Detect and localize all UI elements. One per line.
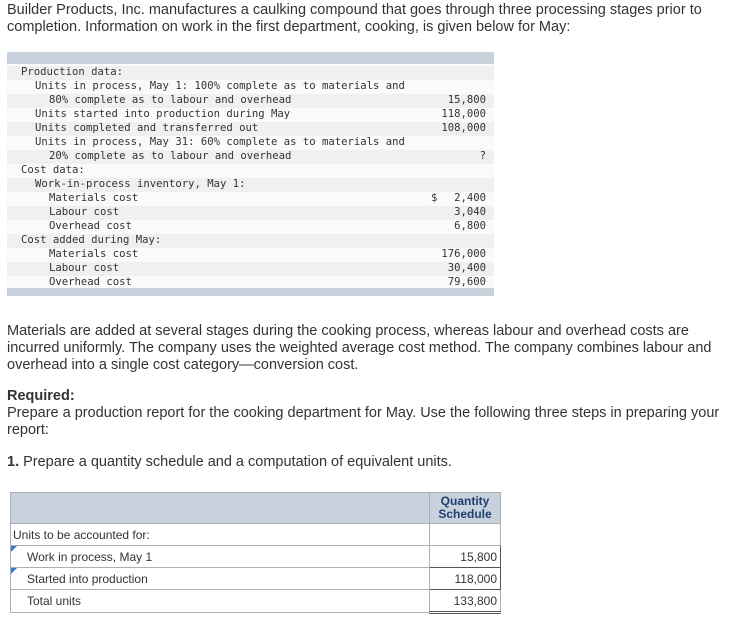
data-row: Materials cost $2,400 xyxy=(7,192,494,206)
data-row-label: Work-in-process inventory, May 1: xyxy=(35,178,246,190)
schedule-header: Quantity Schedule xyxy=(429,492,501,524)
section-value-cell xyxy=(429,523,501,546)
required-heading: Required: xyxy=(7,388,75,404)
data-row: Materials cost 176,000 xyxy=(7,248,494,262)
data-row: Production data: xyxy=(7,66,494,80)
schedule-total-value: 133,800 xyxy=(429,589,501,614)
data-row-label: Materials cost xyxy=(49,248,139,260)
data-row: Labour cost 3,040 xyxy=(7,206,494,220)
data-row-label: Cost added during May: xyxy=(21,234,162,246)
data-row-value: 6,800 xyxy=(454,220,486,232)
schedule-row-label: Started into production xyxy=(10,567,430,590)
data-row: Overhead cost 6,800 xyxy=(7,220,494,234)
row-label-text: Work in process, May 1 xyxy=(27,549,153,564)
data-block-top-bar xyxy=(7,52,494,64)
data-row-value: 2,400 xyxy=(454,192,486,204)
data-row-value: 108,000 xyxy=(441,122,486,134)
data-block-bottom-bar xyxy=(7,288,494,296)
data-row-label: Units in process, May 31: 60% complete a… xyxy=(35,136,405,148)
step-text: Prepare a quantity schedule and a comput… xyxy=(19,454,452,470)
data-row-label: Units in process, May 1: 100% complete a… xyxy=(35,80,405,92)
row-label-text: Started into production xyxy=(27,571,148,586)
step-1-instruction: 1. Prepare a quantity schedule and a com… xyxy=(7,454,452,470)
data-row-value: 3,040 xyxy=(454,206,486,218)
data-row-label: 20% complete as to labour and overhead xyxy=(49,150,292,162)
section-label: Units to be accounted for: xyxy=(10,523,430,546)
data-row-label: Overhead cost xyxy=(49,220,132,232)
data-row-label: Production data: xyxy=(21,66,124,78)
quantity-schedule-table: Quantity Schedule Units to be accounted … xyxy=(10,492,501,614)
intro-text: Builder Products, Inc. manufactures a ca… xyxy=(7,2,702,35)
data-row-value: 15,800 xyxy=(447,94,486,106)
required-body: Prepare a production report for the cook… xyxy=(7,405,720,438)
data-row-value: 176,000 xyxy=(441,248,486,260)
data-row-value: ? xyxy=(479,150,486,162)
data-row: Cost data: xyxy=(7,164,494,178)
data-row: 20% complete as to labour and overhead? xyxy=(7,150,494,164)
data-row-label: 80% complete as to labour and overhead xyxy=(49,94,292,106)
data-row-label: Units completed and transferred out xyxy=(35,122,259,134)
row-marker-icon xyxy=(11,568,17,574)
data-row: Units started into production during May… xyxy=(7,108,494,122)
data-block: Production data: Units in process, May 1:… xyxy=(7,52,494,296)
dollar-sign: $ xyxy=(431,192,438,204)
row-marker-icon xyxy=(11,546,17,552)
data-row: Work-in-process inventory, May 1: xyxy=(7,178,494,192)
schedule-row-value-input[interactable]: 118,000 xyxy=(429,567,501,590)
data-row: Labour cost 30,400 xyxy=(7,262,494,276)
schedule-row-value-input[interactable]: 15,800 xyxy=(429,545,501,568)
data-row-label: Labour cost xyxy=(49,206,120,218)
data-row-value: 118,000 xyxy=(441,108,486,120)
schedule-total-label: Total units xyxy=(10,589,430,613)
data-row-label: Units started into production during May xyxy=(35,108,291,120)
step-number: 1. xyxy=(7,454,20,470)
data-row-value: 79,600 xyxy=(447,276,486,288)
schedule-header-blank xyxy=(10,492,430,524)
data-row: Units completed and transferred out 108,0… xyxy=(7,122,494,136)
data-row: Cost added during May: xyxy=(7,234,494,248)
data-row-value: 30,400 xyxy=(447,262,486,274)
data-row: Units in process, May 1: 100% complete a… xyxy=(7,80,494,94)
description-paragraph: Materials are added at several stages du… xyxy=(7,323,712,373)
schedule-row-label: Work in process, May 1 xyxy=(10,545,430,568)
data-row: 80% complete as to labour and overhead 15… xyxy=(7,94,494,108)
data-row-label: Labour cost xyxy=(49,262,120,274)
data-row-label: Materials cost xyxy=(49,192,139,204)
data-row: Units in process, May 31: 60% complete a… xyxy=(7,136,494,150)
data-row-label: Cost data: xyxy=(21,164,85,176)
data-row-label: Overhead cost xyxy=(49,276,132,288)
